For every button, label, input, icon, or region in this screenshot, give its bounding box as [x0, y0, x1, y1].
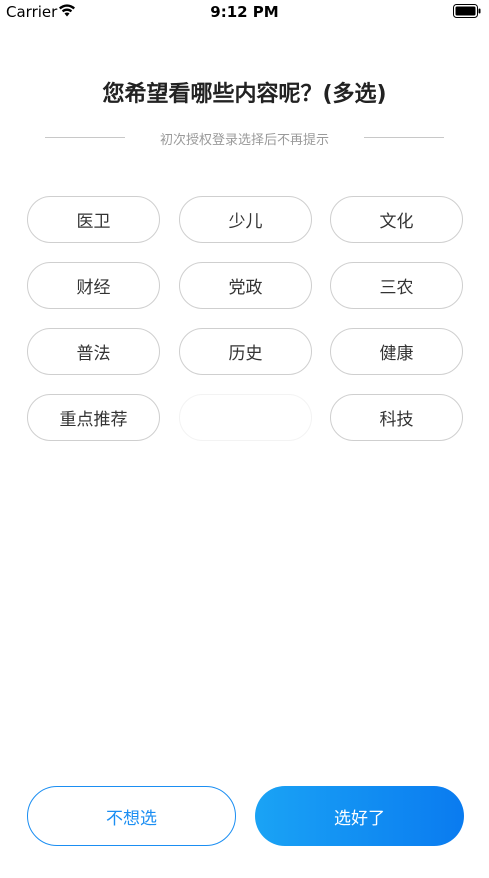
tag-option[interactable]: 财经 [27, 262, 160, 309]
tag-option[interactable]: 重点推荐 [27, 394, 160, 441]
page-title: 您希望看哪些内容呢？(多选) [102, 82, 387, 107]
status-time: 9:12 PM [210, 3, 279, 21]
skip-button[interactable]: 不想选 [27, 786, 236, 846]
tag-option[interactable]: 健康 [330, 328, 463, 375]
tag-option[interactable]: 文化 [330, 196, 463, 243]
confirm-button[interactable]: 选好了 [255, 786, 464, 846]
tag-option[interactable]: 少儿 [179, 196, 312, 243]
subtitle-hint: 初次授权登录选择后不再提示 [159, 133, 329, 148]
tag-option[interactable]: 普法 [27, 328, 160, 375]
status-bar: Carrier 9:12 PM [0, 0, 489, 24]
tag-option[interactable]: 党政 [179, 262, 312, 309]
divider-right [364, 137, 444, 138]
battery-icon [453, 4, 481, 18]
tag-option[interactable]: 科技 [330, 394, 463, 441]
subtitle-row: 初次授权登录选择后不再提示 [0, 128, 489, 148]
tag-option[interactable]: 医卫 [27, 196, 160, 243]
tag-option-blank[interactable] [179, 394, 312, 441]
tag-option[interactable]: 三农 [330, 262, 463, 309]
tag-option[interactable]: 历史 [179, 328, 312, 375]
